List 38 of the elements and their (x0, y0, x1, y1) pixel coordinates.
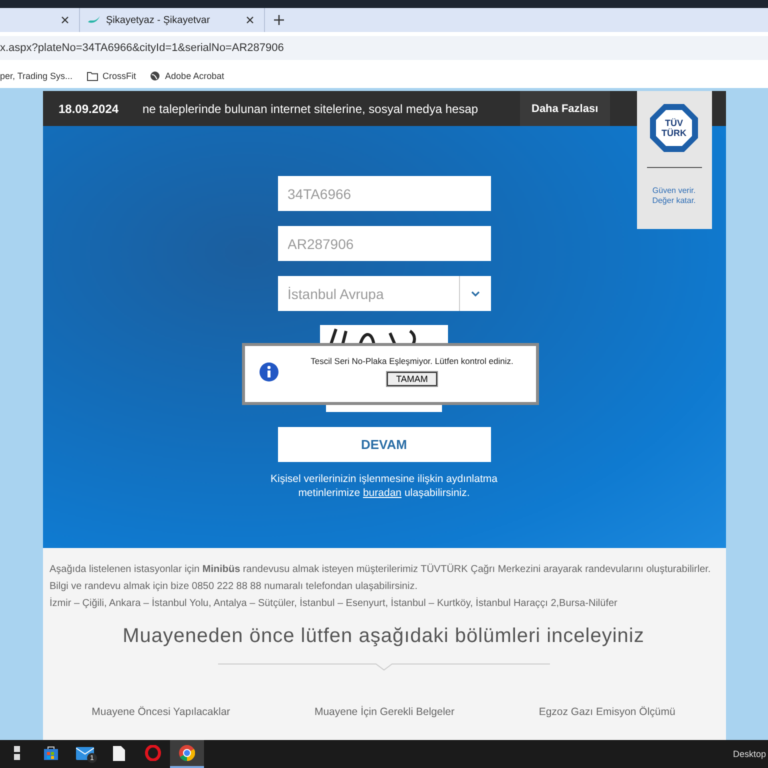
privacy-link[interactable]: buradan (362, 487, 402, 500)
bookmark[interactable]: CrossFit (86, 71, 136, 81)
news-date: 18.09.2024 (58, 102, 120, 116)
news-ticker: ne taleplerinde bulunan internet sitelerine, sosyal medya hesap (142, 102, 480, 116)
more-link[interactable]: Daha Fazlası (520, 91, 610, 126)
section-link[interactable]: Muayene İçin Gerekli Belgeler (314, 706, 455, 718)
close-icon (61, 16, 69, 24)
close-tab-button[interactable] (244, 14, 256, 26)
taskbar-button[interactable] (170, 740, 204, 768)
shopping-bag-icon (43, 745, 59, 761)
close-tab-button[interactable] (59, 14, 71, 26)
alert-message: Tescil Seri No-Plaka Eşleşmiyor. Lütfen kontrol ediniz. (310, 356, 514, 366)
bookmark[interactable]: Adobe Acrobat (150, 71, 224, 81)
info-text: Aşağıda listelenen istasyonlar için Minibüs randevusu almak isteyen müşterilerimiz TÜVTÜRK Çağrı Merkezini arayarak randevularını oluşturabilirler. (50, 564, 712, 576)
bird-icon (88, 16, 100, 24)
opera-icon (145, 745, 161, 761)
globe-icon (150, 71, 160, 81)
chevron-down-icon (470, 290, 480, 296)
document-icon (113, 746, 125, 760)
windows-icon (14, 746, 20, 760)
submit-button[interactable]: DEVAM (278, 427, 490, 462)
slogan: Güven verir. Değer katar. (651, 186, 697, 207)
ok-button[interactable]: TAMAM (387, 372, 437, 386)
section-link[interactable]: Egzoz Gazı Emisyon Ölçümü (538, 706, 676, 718)
close-icon (246, 16, 254, 24)
address-bar[interactable]: x.aspx?plateNo=34TA6966&cityId=1&serialNo=AR287906 (0, 36, 768, 60)
bookmark[interactable]: per, Trading Sys... (0, 71, 73, 81)
privacy-text: Kişisel verilerinizin işlenmesine ilişkin aydınlatma metinlerimize buradan ulaşabilirsiniz. (269, 472, 498, 500)
section-title: Muayeneden önce lütfen aşağıdaki bölümleri inceleyiniz (122, 625, 646, 648)
info-text: Bilgi ve randevu almak için bize 0850 222 88 88 numaralı telefondan ulaşabilirsiniz. (50, 581, 418, 593)
desktop-label: Desktop (732, 749, 767, 759)
new-tab-button[interactable] (273, 14, 285, 26)
info-icon (258, 362, 278, 382)
section-link[interactable]: Muayene Öncesi Yapılacaklar (92, 706, 230, 718)
chrome-icon (179, 745, 195, 761)
info-text: İzmir – Çiğili, Ankara – İstanbul Yolu, Antalya – Sütçüler, İstanbul – Esenyurt, İstanbul – Kurtköy, İstanbul Haraççı 2,Bursa-Nilüfer (50, 598, 618, 610)
tuv-turk-logo: TÜV TÜRK (649, 103, 699, 153)
folder-icon (86, 72, 98, 80)
